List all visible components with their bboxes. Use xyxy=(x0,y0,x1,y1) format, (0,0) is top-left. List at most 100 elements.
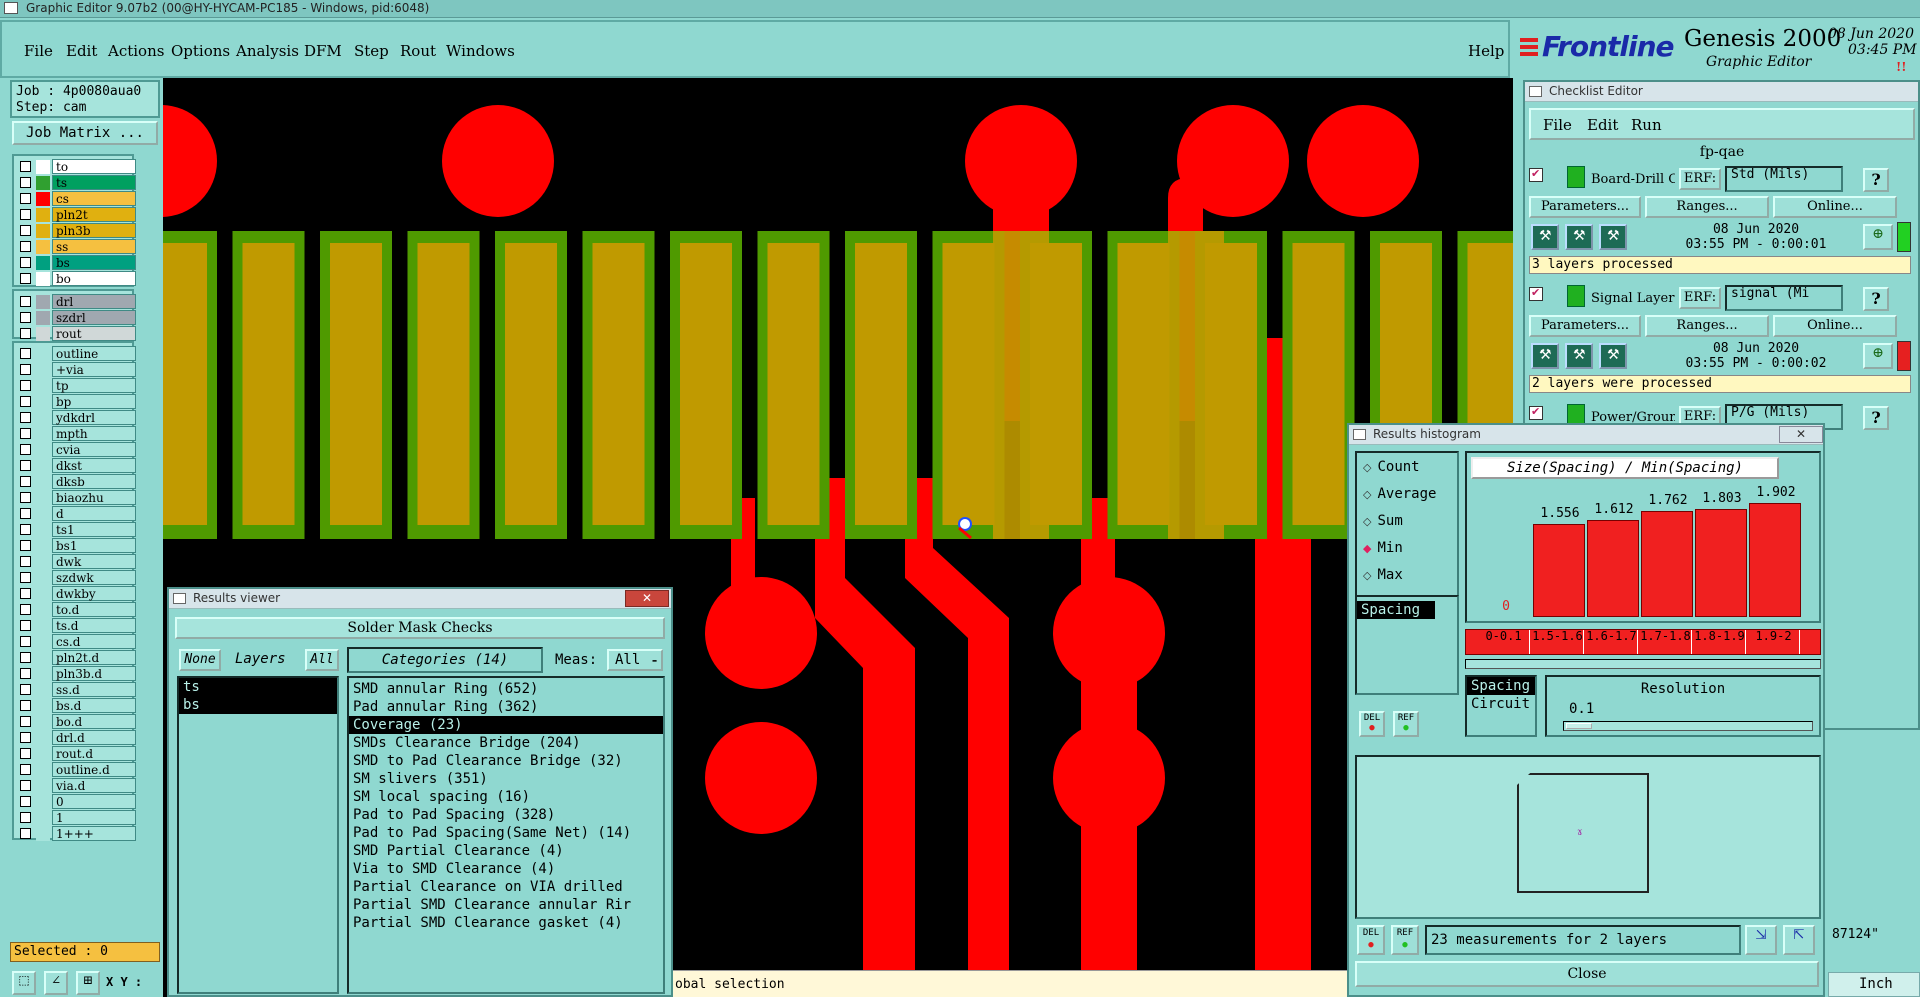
check-enable-checkbox[interactable]: ✔ xyxy=(1529,167,1543,182)
layer-row[interactable]: szdwk xyxy=(16,570,136,586)
layer-checkbox[interactable] xyxy=(20,412,31,423)
layer-row[interactable]: outline.d xyxy=(16,762,136,778)
ref-button[interactable]: REF ● xyxy=(1393,711,1419,737)
layer-row[interactable]: ydkdrl xyxy=(16,410,136,426)
layer-row[interactable]: to xyxy=(16,159,136,175)
layer-name[interactable]: bs.d xyxy=(52,698,136,713)
layer-checkbox[interactable] xyxy=(20,716,31,727)
layer-name[interactable]: biaozhu xyxy=(52,490,136,505)
zoom-icon[interactable]: ⊕ xyxy=(1863,224,1893,250)
all-layers-button[interactable]: All xyxy=(305,649,339,671)
report-icon[interactable]: ⇱ xyxy=(1783,925,1815,955)
category-item[interactable]: Partial SMD Clearance annular Rir xyxy=(349,896,663,914)
layer-result-item[interactable]: bs xyxy=(179,696,337,714)
layer-row[interactable]: to.d xyxy=(16,602,136,618)
online-button[interactable]: Online... xyxy=(1773,196,1897,218)
category-item[interactable]: SMD annular Ring (652) xyxy=(349,680,663,698)
histogram-bin-label[interactable]: 0-0.1 xyxy=(1478,630,1530,654)
layer-name[interactable]: via.d xyxy=(52,778,136,793)
layer-checkbox[interactable] xyxy=(20,556,31,567)
erf-button[interactable]: ERF: xyxy=(1679,287,1721,309)
layer-row[interactable]: dkst xyxy=(16,458,136,474)
layer-name[interactable]: pln3b xyxy=(52,223,136,238)
layer-result-item[interactable]: ts xyxy=(179,678,337,696)
layer-row[interactable]: pln3b.d xyxy=(16,666,136,682)
layer-checkbox[interactable] xyxy=(20,460,31,471)
run-action-icon[interactable]: ⚒ xyxy=(1531,343,1559,369)
layer-name[interactable]: dksb xyxy=(52,474,136,489)
menu-edit[interactable]: Edit xyxy=(66,42,97,60)
category-item[interactable]: Via to SMD Clearance (4) xyxy=(349,860,663,878)
layer-row[interactable]: ts xyxy=(16,175,136,191)
layer-name[interactable]: cs xyxy=(52,191,136,206)
meas-dropdown[interactable]: All ⁃ xyxy=(607,649,663,671)
layer-name[interactable]: 1+++ xyxy=(52,826,136,841)
attr-select-item[interactable]: Spacing xyxy=(1467,677,1535,695)
layer-name[interactable]: ydkdrl xyxy=(52,410,136,425)
run-action-icon[interactable]: ⚒ xyxy=(1565,224,1593,250)
layer-name[interactable]: outline xyxy=(52,346,136,361)
category-item[interactable]: Partial Clearance on VIA drilled xyxy=(349,878,663,896)
layer-name[interactable]: rout xyxy=(52,326,136,341)
layer-checkbox[interactable] xyxy=(20,700,31,711)
aggregate-option-count[interactable]: ◇ Count xyxy=(1363,459,1420,475)
layer-name[interactable]: +via xyxy=(52,362,136,377)
layer-name[interactable]: ss.d xyxy=(52,682,136,697)
layer-name[interactable]: dwk xyxy=(52,554,136,569)
ranges-button[interactable]: Ranges... xyxy=(1645,196,1769,218)
histogram-bar[interactable] xyxy=(1749,503,1801,617)
category-item[interactable]: SMDs Clearance Bridge (204) xyxy=(349,734,663,752)
close-icon[interactable]: ✕ xyxy=(1779,426,1823,443)
layer-name[interactable]: mpth xyxy=(52,426,136,441)
layer-row[interactable]: cs xyxy=(16,191,136,207)
help-icon[interactable]: ? xyxy=(1863,406,1889,430)
layer-checkbox[interactable] xyxy=(20,209,31,220)
layer-row[interactable]: bo xyxy=(16,271,136,287)
parameters-button[interactable]: Parameters... xyxy=(1529,196,1641,218)
layer-row[interactable]: d xyxy=(16,506,136,522)
layer-name[interactable]: dkst xyxy=(52,458,136,473)
layer-name[interactable]: szdrl xyxy=(52,310,136,325)
layer-name[interactable]: to xyxy=(52,159,136,174)
category-item[interactable]: SM local spacing (16) xyxy=(349,788,663,806)
help-icon[interactable]: ? xyxy=(1863,168,1889,192)
histogram-bar[interactable] xyxy=(1695,509,1747,617)
layer-row[interactable]: dwkby xyxy=(16,586,136,602)
run-action-icon[interactable]: ⚒ xyxy=(1565,343,1593,369)
layer-row[interactable]: rout xyxy=(16,326,136,342)
layer-name[interactable]: cvia xyxy=(52,442,136,457)
menu-file[interactable]: File xyxy=(24,42,53,60)
layer-row[interactable]: ss xyxy=(16,239,136,255)
layer-name[interactable]: pln3b.d xyxy=(52,666,136,681)
layer-name[interactable]: cs.d xyxy=(52,634,136,649)
menu-actions[interactable]: Actions xyxy=(108,42,164,60)
layer-row[interactable]: pln3b xyxy=(16,223,136,239)
export-icon[interactable]: ⇲ xyxy=(1745,925,1777,955)
select-tool-icon[interactable]: ⬚ xyxy=(12,971,36,995)
layer-name[interactable]: tp xyxy=(52,378,136,393)
layer-name[interactable]: ts1 xyxy=(52,522,136,537)
layer-name[interactable]: drl.d xyxy=(52,730,136,745)
layer-checkbox[interactable] xyxy=(20,652,31,663)
layer-name[interactable]: pln2t xyxy=(52,207,136,222)
category-item[interactable]: Pad to Pad Spacing(Same Net) (14) xyxy=(349,824,663,842)
attribute-item[interactable]: Spacing xyxy=(1357,601,1435,619)
layer-checkbox[interactable] xyxy=(20,796,31,807)
layer-checkbox[interactable] xyxy=(20,508,31,519)
layer-row[interactable]: ss.d xyxy=(16,682,136,698)
check-name[interactable]: Signal Layer Ch xyxy=(1591,291,1675,306)
layer-row[interactable]: outline xyxy=(16,346,136,362)
histogram-bar[interactable] xyxy=(1587,520,1639,617)
layer-name[interactable]: ts.d xyxy=(52,618,136,633)
layer-name[interactable]: ss xyxy=(52,239,136,254)
layer-checkbox[interactable] xyxy=(20,296,31,307)
layer-checkbox[interactable] xyxy=(20,428,31,439)
histogram-bin-label[interactable]: 1.6-1.7 xyxy=(1586,630,1638,654)
layer-row[interactable]: pln2t xyxy=(16,207,136,223)
layer-name[interactable]: to.d xyxy=(52,602,136,617)
histogram-bar[interactable] xyxy=(1641,511,1693,617)
online-button[interactable]: Online... xyxy=(1773,315,1897,337)
layer-checkbox[interactable] xyxy=(20,668,31,679)
layer-checkbox[interactable] xyxy=(20,328,31,339)
layer-row[interactable]: bp xyxy=(16,394,136,410)
